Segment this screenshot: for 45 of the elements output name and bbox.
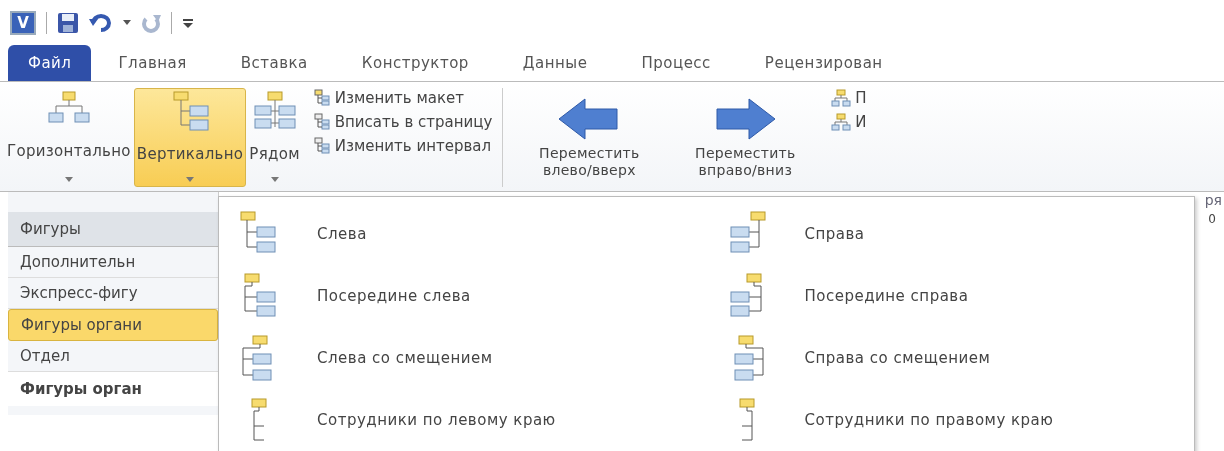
- ribbon-button[interactable]: П: [829, 88, 869, 108]
- caret-icon: [64, 177, 73, 182]
- logo-icon[interactable]: V: [10, 10, 36, 35]
- menu-item[interactable]: Посередине слева: [219, 265, 707, 327]
- caret-icon: [270, 177, 279, 182]
- customize-icon[interactable]: [182, 16, 194, 29]
- org-chart-icon: [46, 91, 91, 125]
- menu-item[interactable]: Сотрудники по правому краю: [706, 389, 1194, 451]
- org-chart-icon: [252, 91, 297, 131]
- ribbon-tab[interactable]: Процесс: [614, 45, 738, 81]
- ruler: 0: [1208, 212, 1216, 226]
- ribbon-button[interactable]: И: [829, 112, 869, 132]
- menu-item[interactable]: Сотрудники по левому краю: [219, 389, 707, 451]
- org-chart-icon: [831, 89, 852, 107]
- stencil-item[interactable]: Фигуры органи: [8, 309, 218, 341]
- move-button[interactable]: Переместить влево/вверх: [511, 88, 668, 187]
- ribbon-tab[interactable]: Файл: [8, 45, 92, 81]
- pane-header: Фигуры: [8, 212, 218, 247]
- layout-button[interactable]: Вертикально: [133, 88, 247, 187]
- ribbon-button[interactable]: Вписать в страницу: [308, 112, 495, 132]
- layout-button[interactable]: Рядом: [246, 88, 303, 187]
- ribbon-button[interactable]: Изменить интервал: [308, 136, 495, 156]
- group-label: ря: [1204, 192, 1222, 208]
- staff-chart-icon: [251, 398, 267, 442]
- save-icon[interactable]: [57, 11, 79, 34]
- ribbon-tab[interactable]: Главная: [91, 45, 214, 81]
- ribbon-tab[interactable]: Рецензирован: [737, 45, 910, 81]
- ribbon-tab[interactable]: Данные: [495, 45, 615, 81]
- menu-item[interactable]: Справа: [706, 203, 1194, 265]
- ribbon-tab[interactable]: Вставка: [213, 45, 335, 81]
- ribbon-tab[interactable]: Конструктор: [334, 45, 496, 81]
- menu-item[interactable]: Посередине справа: [706, 265, 1194, 327]
- stencil-title: Фигуры орган: [8, 372, 218, 406]
- right-arrow-icon: [713, 97, 778, 142]
- caret-icon[interactable]: [123, 20, 131, 25]
- menu-item[interactable]: Слева: [219, 203, 707, 265]
- caret-icon: [186, 177, 195, 182]
- undo-icon[interactable]: [89, 12, 113, 33]
- move-button[interactable]: Переместить вправо/вниз: [667, 88, 824, 187]
- staff-chart-icon: [738, 398, 755, 442]
- org-chart-icon: [831, 113, 852, 131]
- menu-item[interactable]: Справа со смещением: [706, 327, 1194, 389]
- layout-button[interactable]: Горизонтально: [4, 88, 134, 187]
- menu-item[interactable]: Слева со смещением: [219, 327, 707, 389]
- ribbon-button[interactable]: Изменить макет: [308, 88, 495, 108]
